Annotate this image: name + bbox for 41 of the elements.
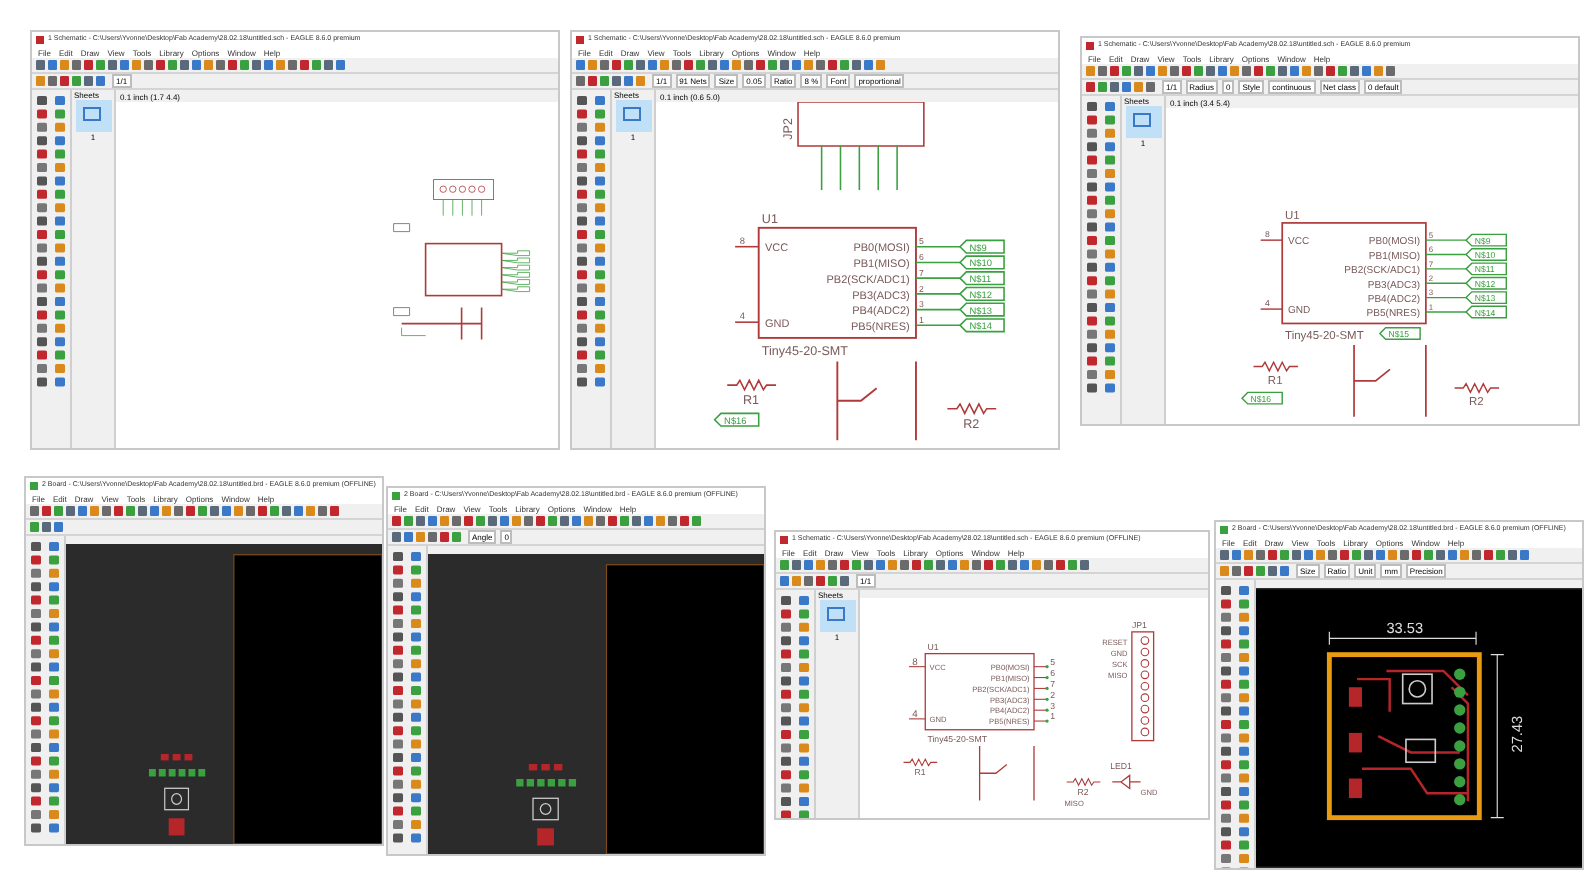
- toolbar-icons-drawing[interactable]: [576, 60, 888, 70]
- toolbar-icons-drawing[interactable]: [1086, 82, 1158, 92]
- app-icon: [576, 35, 584, 43]
- toolbar-icons-drawing[interactable]: [1220, 566, 1292, 576]
- dimension-label: 27.43: [1507, 715, 1526, 753]
- app-icon: [1220, 525, 1228, 533]
- switch-symbol: [978, 745, 1035, 802]
- pin-header-symbol: [797, 102, 925, 147]
- toolbar-icons-drawing[interactable]: [780, 576, 852, 586]
- toolbar-icons-drawing[interactable]: [36, 76, 108, 86]
- toolbar-icons-drawing[interactable]: [36, 60, 348, 70]
- sheet-thumbnail[interactable]: [75, 100, 111, 132]
- toolbar-icons-drawing[interactable]: [30, 522, 66, 532]
- toolbar-icons-drawing[interactable]: [392, 516, 704, 526]
- toolbar-icons-drawing[interactable]: [30, 506, 342, 516]
- toolbar-icons-drawing[interactable]: [780, 560, 1092, 570]
- tool-palette-drawing[interactable]: [777, 594, 813, 818]
- app-icon: [30, 481, 38, 489]
- toolbar-icons-drawing[interactable]: [392, 532, 464, 542]
- toolbar-icons-drawing[interactable]: [576, 76, 648, 86]
- resistor-symbol: [1066, 777, 1101, 787]
- app-icon: [780, 535, 788, 543]
- resistor-symbol: [726, 378, 777, 392]
- dimension-label: 33.53: [1386, 619, 1424, 638]
- tool-palette-drawing[interactable]: [1217, 584, 1253, 868]
- app-icon: [36, 35, 44, 43]
- switch-symbol: [836, 360, 917, 442]
- app-icon: [392, 491, 400, 499]
- resistor-symbol: [1252, 360, 1299, 373]
- switch-symbol: [1353, 344, 1427, 418]
- resistor-symbol: [946, 402, 997, 416]
- resistor-symbol: [1453, 382, 1500, 394]
- led-symbol: [1111, 774, 1142, 790]
- sheet-thumbnail[interactable]: [615, 100, 651, 132]
- sheet-thumbnail[interactable]: [1125, 106, 1161, 138]
- resistor-symbol: [902, 757, 938, 767]
- app-icon: [1086, 41, 1094, 49]
- sheet-thumbnail[interactable]: [819, 600, 855, 632]
- toolbar-icons-drawing[interactable]: [1220, 550, 1532, 560]
- toolbar-icons-drawing[interactable]: [1086, 66, 1398, 76]
- pin-header-symbol: [1131, 631, 1155, 742]
